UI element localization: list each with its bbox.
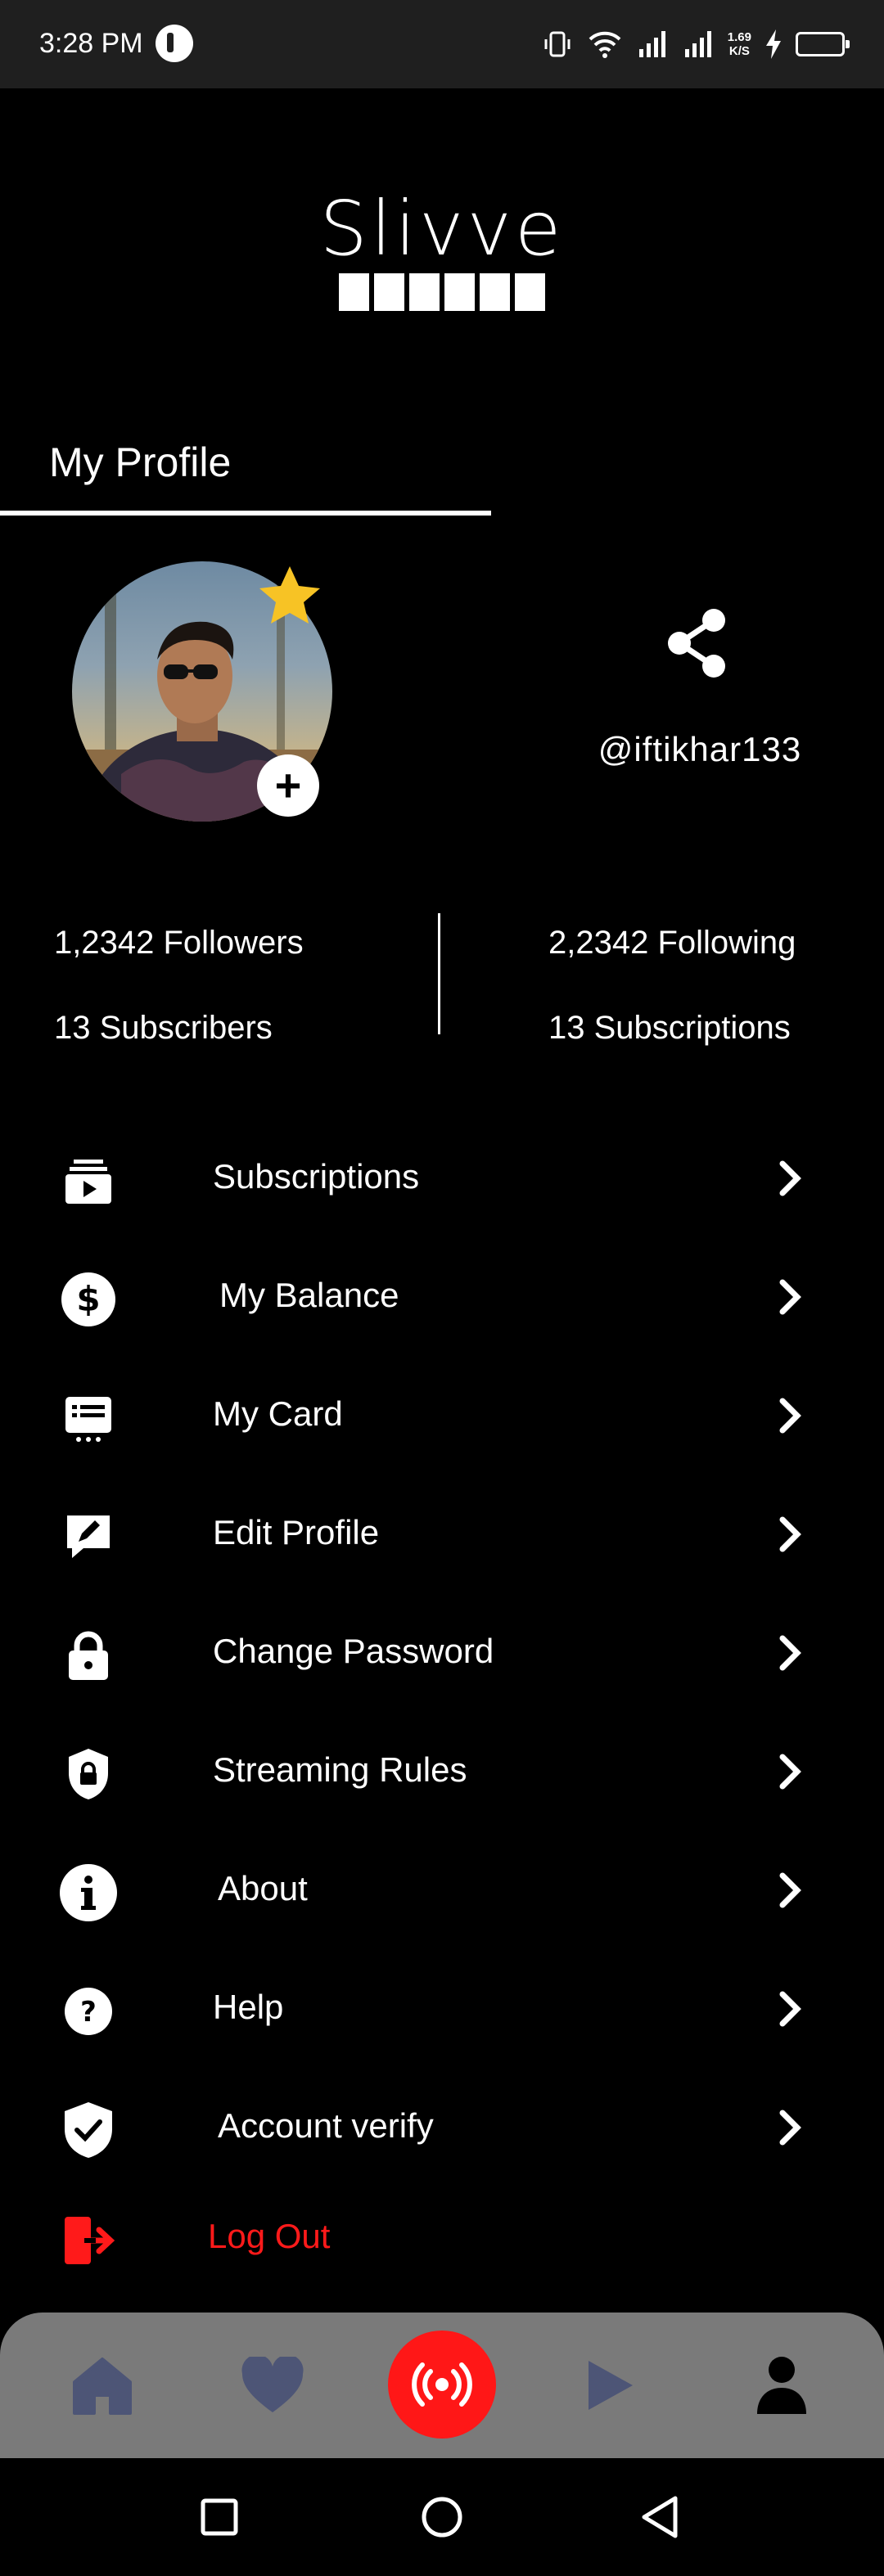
chevron-right-icon bbox=[779, 1635, 801, 1671]
live-icon bbox=[412, 2362, 472, 2407]
system-nav-bar bbox=[0, 2458, 884, 2576]
menu-item-label: Change Password bbox=[213, 1632, 494, 1670]
menu-item-edit-profile[interactable]: Edit Profile bbox=[0, 1485, 884, 1583]
shield-lock-icon bbox=[57, 1743, 120, 1805]
tab-underline bbox=[0, 511, 491, 516]
card-icon bbox=[57, 1387, 120, 1449]
vibrate-icon bbox=[544, 31, 571, 57]
nav-go-live[interactable] bbox=[388, 2331, 496, 2439]
help-icon: ? bbox=[57, 1980, 120, 2042]
chevron-right-icon bbox=[779, 2110, 801, 2146]
lock-icon bbox=[57, 1624, 120, 1687]
menu-item-my-card[interactable]: My Card bbox=[0, 1367, 884, 1465]
logout-button[interactable]: Log Out bbox=[0, 2189, 884, 2287]
info-icon bbox=[57, 1862, 120, 1924]
menu-item-change-password[interactable]: Change Password bbox=[0, 1604, 884, 1702]
network-speed-unit: K/S bbox=[728, 44, 750, 58]
play-icon bbox=[589, 2361, 633, 2410]
menu-item-streaming-rules[interactable]: Streaming Rules bbox=[0, 1723, 884, 1821]
chevron-right-icon bbox=[779, 1991, 801, 2027]
share-icon[interactable] bbox=[665, 607, 732, 679]
recents-button[interactable] bbox=[193, 2491, 246, 2543]
bottom-nav bbox=[0, 2313, 884, 2458]
signal-icon-2 bbox=[684, 31, 711, 57]
back-button[interactable] bbox=[634, 2491, 686, 2543]
chevron-right-icon bbox=[779, 1160, 801, 1196]
tab-label: My Profile bbox=[49, 439, 232, 485]
network-speed-value: 1.69 bbox=[727, 30, 751, 44]
menu-item-label: Streaming Rules bbox=[213, 1750, 467, 1789]
nav-videos[interactable] bbox=[573, 2349, 647, 2422]
nav-favorites[interactable] bbox=[236, 2349, 309, 2422]
logo-blocks bbox=[0, 273, 884, 311]
chevron-right-icon bbox=[779, 1398, 801, 1434]
nav-home[interactable] bbox=[65, 2349, 139, 2422]
network-speed: 1.69 K/S bbox=[728, 30, 751, 58]
subscribers-count[interactable]: 13 Subscribers bbox=[54, 1010, 273, 1047]
chevron-right-icon bbox=[779, 1872, 801, 1908]
followers-count[interactable]: 1,2342 Followers bbox=[54, 925, 304, 961]
charging-icon bbox=[766, 29, 781, 59]
menu-item-label: Account verify bbox=[218, 2106, 434, 2145]
logout-label: Log Out bbox=[208, 2217, 331, 2255]
chevron-right-icon bbox=[779, 1754, 801, 1790]
menu-item-about[interactable]: About bbox=[0, 1841, 884, 1939]
battery-icon bbox=[796, 32, 850, 56]
menu-item-subscriptions[interactable]: Subscriptions bbox=[0, 1129, 884, 1227]
app-logo: Slivve bbox=[0, 188, 884, 311]
menu-item-label: My Card bbox=[213, 1394, 343, 1433]
app-notification-icon bbox=[156, 25, 193, 62]
subscriptions-icon bbox=[57, 1150, 120, 1212]
menu-item-my-balance[interactable]: $ My Balance bbox=[0, 1248, 884, 1346]
menu-item-help[interactable]: ? Help bbox=[0, 1960, 884, 2058]
status-bar: 3:28 PM 1.69 K/S bbox=[0, 0, 884, 88]
triangle-back-icon bbox=[642, 2496, 678, 2538]
menu-item-label: About bbox=[218, 1869, 308, 1907]
circle-icon bbox=[422, 2497, 462, 2538]
subscriptions-count[interactable]: 13 Subscriptions bbox=[548, 1010, 791, 1047]
edit-icon bbox=[57, 1506, 120, 1568]
chevron-right-icon bbox=[779, 1516, 801, 1552]
stats-divider bbox=[438, 913, 440, 1034]
logout-icon bbox=[57, 2209, 120, 2272]
square-icon bbox=[201, 2498, 238, 2536]
svg-text:?: ? bbox=[80, 1996, 97, 2029]
home-icon bbox=[73, 2358, 132, 2415]
profile-icon bbox=[757, 2357, 806, 2414]
verified-shield-icon bbox=[57, 2099, 120, 2161]
logo-text: Slivve bbox=[319, 185, 565, 272]
username: @iftikhar133 bbox=[598, 730, 802, 768]
star-badge-icon bbox=[259, 566, 320, 624]
status-time: 3:28 PM bbox=[39, 28, 143, 59]
tab-my-profile[interactable]: My Profile bbox=[0, 426, 491, 516]
svg-text:$: $ bbox=[76, 1279, 100, 1319]
menu-item-label: My Balance bbox=[219, 1276, 399, 1314]
menu-item-label: Edit Profile bbox=[213, 1513, 380, 1551]
heart-icon bbox=[241, 2357, 304, 2412]
signal-icon bbox=[638, 31, 665, 57]
nav-profile[interactable] bbox=[745, 2349, 819, 2422]
following-count[interactable]: 2,2342 Following bbox=[548, 925, 796, 961]
menu-item-account-verify[interactable]: Account verify bbox=[0, 2078, 884, 2177]
home-button[interactable] bbox=[416, 2491, 468, 2543]
menu-item-label: Subscriptions bbox=[213, 1157, 420, 1196]
add-photo-button[interactable]: + bbox=[257, 754, 319, 817]
menu-item-label: Help bbox=[213, 1988, 284, 2026]
dollar-icon: $ bbox=[57, 1268, 120, 1331]
wifi-icon bbox=[589, 31, 621, 58]
status-icons: 1.69 K/S bbox=[541, 23, 850, 65]
chevron-right-icon bbox=[779, 1279, 801, 1315]
